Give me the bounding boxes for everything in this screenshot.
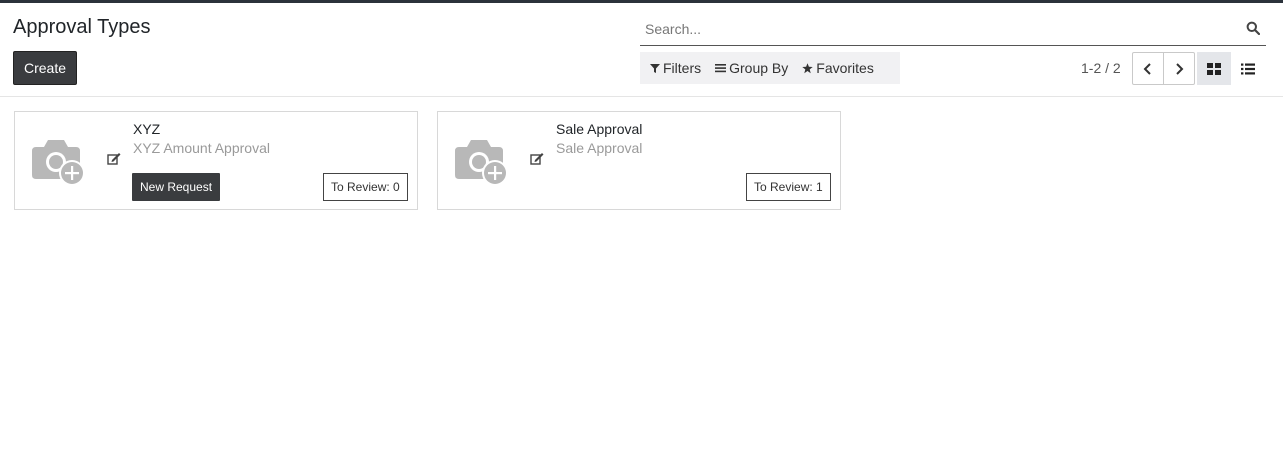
group-by-label: Group By [729,60,789,76]
filters-label: Filters [663,60,702,76]
bars-icon [715,64,727,73]
page-title: Approval Types [13,16,151,38]
card-title: XYZ [133,121,161,137]
card-description: Sale Approval [556,140,643,156]
chevron-right-icon [1176,62,1184,75]
filters-dropdown[interactable]: Filters [650,60,701,76]
list-icon [1241,63,1255,74]
kanban-card-xyz[interactable]: XYZ XYZ Amount Approval New Request To R… [14,111,418,210]
pager-next-button[interactable] [1163,52,1195,85]
search-icon[interactable] [1246,21,1262,37]
list-view-button[interactable] [1231,52,1265,85]
favorites-dropdown[interactable]: Favorites [802,60,874,76]
card-title: Sale Approval [556,121,643,137]
new-request-button[interactable]: New Request [132,173,221,201]
filter-icon [650,64,660,73]
star-icon [802,62,813,73]
search-input[interactable] [640,14,1230,44]
control-panel-divider [0,96,1283,97]
search-bar [640,14,1266,46]
camera-plus-icon[interactable] [453,137,511,189]
group-by-dropdown[interactable]: Group By [715,60,788,76]
favorites-label: Favorites [816,60,874,76]
to-review-button[interactable]: To Review: 0 [323,173,408,201]
create-button[interactable]: Create [13,51,77,85]
camera-plus-icon[interactable] [30,137,88,189]
search-panel-toolbar: Filters Group By Favorites [640,52,900,84]
top-strip [0,0,1283,3]
kanban-view-button[interactable] [1197,52,1231,85]
card-description: XYZ Amount Approval [133,140,270,156]
edit-icon[interactable] [107,152,121,166]
pager-previous-button[interactable] [1132,52,1164,85]
chevron-left-icon [1143,62,1151,75]
to-review-button[interactable]: To Review: 1 [746,173,831,201]
kanban-card-sale-approval[interactable]: Sale Approval Sale Approval To Review: 1 [437,111,841,210]
kanban-icon [1207,62,1221,75]
pager-value[interactable]: 1-2 / 2 [1081,60,1121,76]
edit-icon[interactable] [530,152,544,166]
